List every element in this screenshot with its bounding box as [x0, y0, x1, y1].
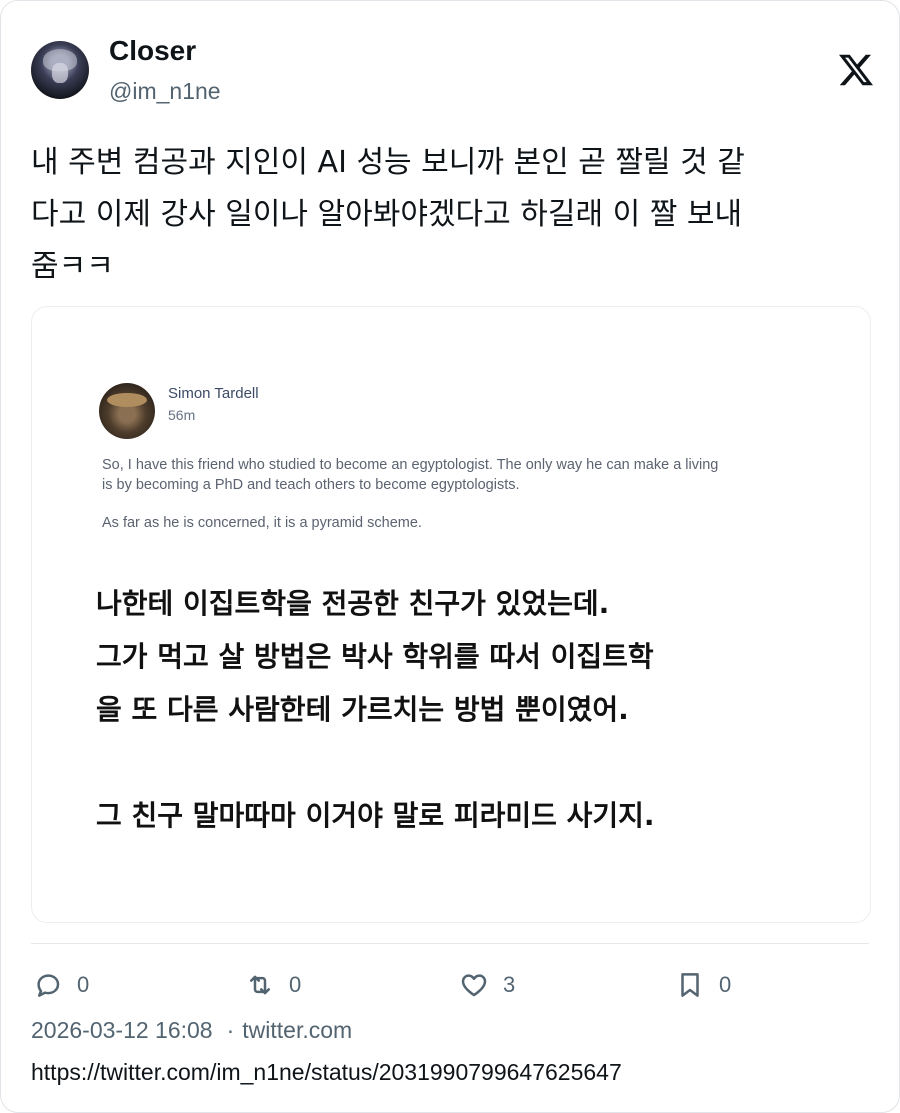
author-name[interactable]: Closer — [109, 35, 196, 67]
heart-icon — [461, 974, 487, 997]
reply-button[interactable]: 0 — [33, 967, 89, 1003]
tweet-timestamp[interactable]: 2026-03-12 16:08 — [31, 1017, 213, 1043]
x-logo-icon[interactable] — [839, 53, 873, 87]
retweet-count: 0 — [289, 972, 302, 997]
like-count: 3 — [503, 972, 516, 997]
tweet-url[interactable]: https://twitter.com/im_n1ne/status/20319… — [31, 1059, 622, 1086]
embedded-post-time: 56m — [168, 407, 196, 423]
tweet-text: 내 주변 컴공과 지인이 AI 성능 보니까 본인 곧 짤릴 것 같 다고 이제… — [31, 145, 745, 284]
reply-icon — [37, 974, 60, 997]
bookmark-button[interactable]: 0 — [675, 967, 731, 1003]
korean-translation: 나한테 이집트학을 전공한 친구가 있었는데. 그가 먹고 살 방법은 박사 학… — [96, 587, 655, 832]
embedded-paragraph: As far as he is concerned, it is a pyram… — [102, 515, 422, 531]
embedded-post-body: So, I have this friend who studied to be… — [102, 455, 722, 551]
tweet-source[interactable]: twitter.com — [242, 1017, 352, 1043]
meta-separator: · — [226, 1017, 235, 1043]
embedded-author-name: Simon Tardell — [168, 385, 259, 402]
embedded-avatar — [99, 383, 155, 439]
tweet-media-image[interactable]: Simon Tardell 56m So, I have this friend… — [31, 306, 871, 923]
like-button[interactable]: 3 — [459, 967, 515, 1003]
retweet-icon — [250, 975, 270, 995]
author-avatar[interactable] — [31, 41, 89, 99]
author-handle[interactable]: @im_n1ne — [109, 78, 221, 105]
tweet-card: Closer @im_n1ne 내 주변 컴공과 지인이 AI 성능 보니까 본… — [0, 0, 900, 1113]
bookmark-icon — [681, 973, 699, 997]
embedded-paragraph: So, I have this friend who studied to be… — [102, 457, 719, 493]
reply-count: 0 — [77, 972, 90, 997]
tweet-meta: 2026-03-12 16:08 · twitter.com — [31, 1017, 352, 1044]
divider — [31, 943, 869, 944]
bookmark-count: 0 — [719, 972, 732, 997]
retweet-button[interactable]: 0 — [245, 967, 301, 1003]
